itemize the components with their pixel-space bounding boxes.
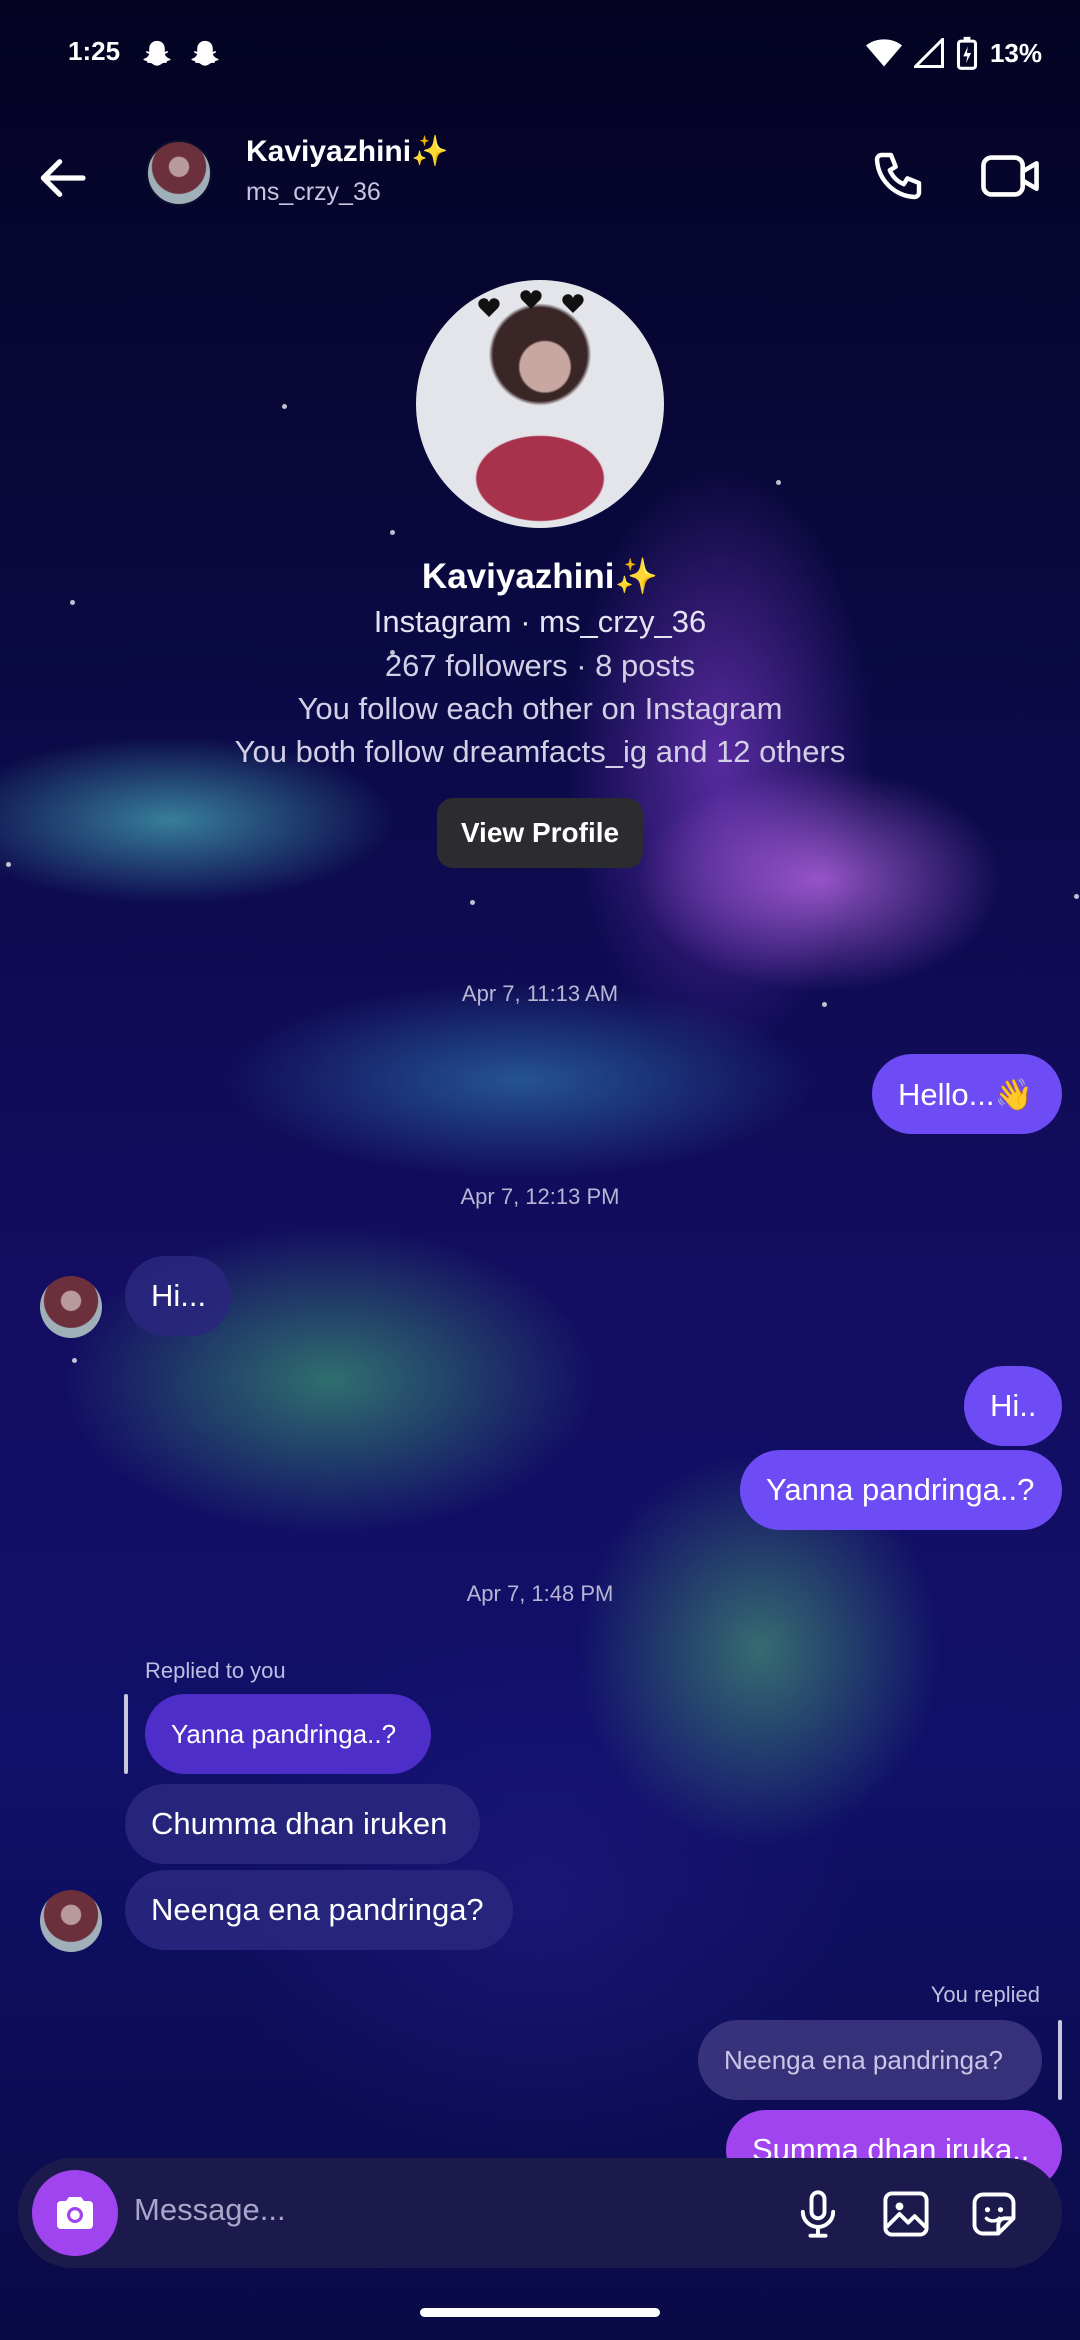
sent-message[interactable]: Hello...👋 (872, 1054, 1062, 1134)
view-profile-button[interactable]: View Profile (437, 798, 643, 868)
received-message[interactable]: Chumma dhan iruken (125, 1784, 480, 1864)
home-indicator[interactable] (420, 2308, 660, 2317)
video-icon[interactable] (980, 148, 1040, 204)
heart-headband-icon (478, 290, 584, 317)
wifi-icon (865, 39, 902, 67)
microphone-icon[interactable] (792, 2188, 844, 2240)
contact-username[interactable]: ms_crzy_36 (246, 178, 381, 207)
reply-indicator (124, 1694, 128, 1774)
battery-level: 13% (989, 37, 1042, 68)
snapchat-icon (143, 40, 171, 66)
received-message[interactable]: Neenga ena pandringa? (125, 1870, 513, 1950)
timestamp: Apr 7, 11:13 AM (461, 981, 619, 1006)
message-input[interactable]: Message... (134, 2192, 286, 2228)
phone-icon[interactable] (870, 148, 926, 204)
avatar[interactable] (146, 140, 212, 206)
snapchat-icon (191, 40, 219, 66)
timestamp: Apr 7, 1:48 PM (466, 1581, 614, 1606)
back-arrow-icon[interactable] (34, 150, 90, 206)
sticker-icon[interactable] (968, 2188, 1020, 2240)
message-composer: Message... (18, 2158, 1062, 2268)
avatar[interactable] (40, 1276, 102, 1338)
profile-stats: 267 followers · 8 posts (384, 648, 696, 683)
camera-icon (57, 2197, 93, 2229)
timestamp: Apr 7, 12:13 PM (460, 1184, 620, 1209)
you-replied-label: You replied (930, 1982, 1040, 2007)
avatar[interactable] (40, 1890, 102, 1952)
camera-button[interactable] (32, 2170, 118, 2256)
replied-label: Replied to you (145, 1658, 286, 1683)
chat-header: Kaviyazhini✨ ms_crzy_36 (0, 120, 1080, 230)
status-time: 1:25 (68, 36, 121, 66)
follow-status: You follow each other on Instagram (297, 691, 783, 726)
profile-source: Instagram · ms_crzy_36 (373, 604, 707, 639)
battery-icon (956, 36, 977, 70)
gallery-icon[interactable] (880, 2188, 932, 2240)
reply-indicator (1058, 2020, 1062, 2100)
contact-name[interactable]: Kaviyazhini✨ (246, 134, 448, 169)
profile-name: Kaviyazhini✨ (421, 557, 659, 596)
mutual-followers: You both follow dreamfacts_ig and 12 oth… (234, 734, 846, 769)
sent-message[interactable]: Yanna pandringa..? (740, 1450, 1062, 1530)
quoted-message[interactable]: Yanna pandringa..? (145, 1694, 431, 1774)
quoted-message[interactable]: Neenga ena pandringa? (698, 2020, 1042, 2100)
received-message[interactable]: Hi... (125, 1256, 231, 1336)
signal-icon (913, 38, 944, 68)
status-bar: 1:25 13% (0, 0, 1080, 110)
sent-message[interactable]: Hi.. (964, 1366, 1062, 1446)
